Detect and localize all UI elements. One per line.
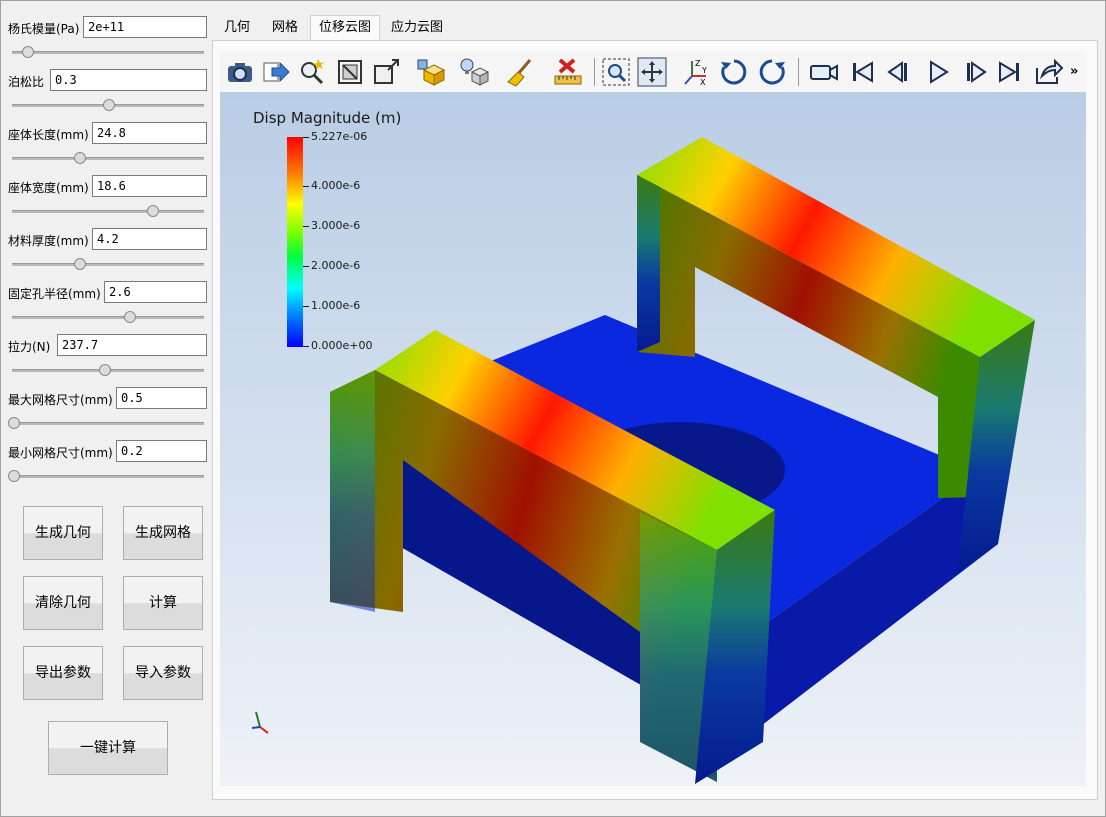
slider-handle[interactable] bbox=[22, 46, 35, 58]
base-length-input[interactable]: 24.8 bbox=[92, 122, 207, 144]
clear-geometry-button[interactable]: 清除几何 bbox=[23, 576, 103, 630]
param-label-max-mesh: 最大网格尺寸(mm) bbox=[8, 393, 113, 407]
view-fit-icon[interactable] bbox=[334, 56, 366, 88]
light-bulb-icon[interactable] bbox=[458, 56, 490, 88]
param-label-length: 座体长度(mm) bbox=[8, 128, 89, 142]
generate-geometry-button[interactable]: 生成几何 bbox=[23, 506, 103, 560]
param-label-min-mesh: 最小网格尺寸(mm) bbox=[8, 446, 113, 460]
hole-radius-input[interactable]: 2.6 bbox=[104, 281, 207, 303]
toolbar-separator bbox=[798, 58, 799, 86]
compute-button[interactable]: 计算 bbox=[123, 576, 203, 630]
poisson-ratio-input[interactable]: 0.3 bbox=[50, 69, 207, 91]
poisson-ratio-slider[interactable] bbox=[12, 99, 204, 111]
slider-handle[interactable] bbox=[99, 364, 112, 376]
slider-handle[interactable] bbox=[74, 258, 87, 270]
first-frame-icon[interactable] bbox=[846, 56, 878, 88]
hole-radius-slider[interactable] bbox=[12, 311, 204, 323]
rotate-cw-icon[interactable] bbox=[718, 56, 750, 88]
zoom-magic-icon[interactable] bbox=[296, 56, 328, 88]
param-label-poisson: 泊松比 bbox=[8, 75, 45, 89]
one-click-compute-button[interactable]: 一键计算 bbox=[48, 721, 168, 775]
tab-displacement[interactable]: 位移云图 bbox=[310, 15, 380, 41]
export-params-button[interactable]: 导出参数 bbox=[23, 646, 103, 700]
tab-stress[interactable]: 应力云图 bbox=[384, 16, 450, 40]
displacement-model bbox=[251, 137, 1035, 784]
generate-mesh-button[interactable]: 生成网格 bbox=[123, 506, 203, 560]
video-camera-icon[interactable] bbox=[808, 56, 840, 88]
min-mesh-size-slider[interactable] bbox=[8, 470, 204, 482]
max-mesh-size-input[interactable]: 0.5 bbox=[116, 387, 207, 409]
base-width-slider[interactable] bbox=[12, 205, 204, 217]
pan-icon[interactable] bbox=[636, 56, 668, 88]
broom-icon[interactable] bbox=[504, 56, 536, 88]
share-icon[interactable] bbox=[1032, 56, 1064, 88]
thickness-input[interactable]: 4.2 bbox=[92, 228, 207, 250]
youngs-modulus-slider[interactable] bbox=[12, 46, 204, 58]
import-params-button[interactable]: 导入参数 bbox=[123, 646, 203, 700]
youngs-modulus-input[interactable]: 2e+11 bbox=[83, 16, 207, 38]
tab-mesh[interactable]: 网格 bbox=[264, 16, 306, 40]
view-box-icon[interactable] bbox=[370, 56, 402, 88]
thickness-slider[interactable] bbox=[12, 258, 204, 270]
slider-handle[interactable] bbox=[8, 417, 20, 429]
max-mesh-size-slider[interactable] bbox=[8, 417, 204, 429]
svg-text:X: X bbox=[700, 78, 706, 87]
param-label-force: 拉力(N) bbox=[8, 340, 51, 354]
ruler-clear-icon[interactable] bbox=[552, 56, 584, 88]
param-label-width: 座体宽度(mm) bbox=[8, 181, 89, 195]
svg-text:Y: Y bbox=[701, 66, 707, 75]
slider-handle[interactable] bbox=[74, 152, 87, 164]
tab-geometry[interactable]: 几何 bbox=[216, 16, 258, 40]
next-frame-icon[interactable] bbox=[958, 56, 990, 88]
force-slider[interactable] bbox=[12, 364, 204, 376]
slider-handle[interactable] bbox=[124, 311, 137, 323]
prev-frame-icon[interactable] bbox=[884, 56, 916, 88]
camera-icon[interactable] bbox=[224, 56, 256, 88]
play-icon[interactable] bbox=[922, 56, 954, 88]
toolbar-overflow-button[interactable]: » bbox=[1070, 64, 1078, 79]
vtk-toolbar: ZYX » bbox=[220, 52, 1086, 92]
slider-handle[interactable] bbox=[103, 99, 115, 111]
axes-icon[interactable]: ZYX bbox=[680, 56, 712, 88]
render-viewport[interactable]: Disp Magnitude (m) 5.227e-06 4.000e-6 3.… bbox=[220, 92, 1086, 786]
base-width-input[interactable]: 18.6 bbox=[92, 175, 207, 197]
toolbar-separator bbox=[594, 58, 595, 86]
cube-select-icon[interactable] bbox=[414, 56, 446, 88]
slider-handle[interactable] bbox=[8, 470, 20, 482]
zoom-box-icon[interactable] bbox=[600, 56, 632, 88]
last-frame-icon[interactable] bbox=[994, 56, 1026, 88]
export-arrow-icon[interactable] bbox=[260, 56, 292, 88]
param-label-thickness: 材料厚度(mm) bbox=[8, 234, 89, 248]
slider-handle[interactable] bbox=[147, 205, 160, 217]
min-mesh-size-input[interactable]: 0.2 bbox=[116, 440, 207, 462]
param-label-youngs-modulus: 杨氏模量(Pa) bbox=[8, 22, 80, 36]
rotate-ccw-icon[interactable] bbox=[756, 56, 788, 88]
svg-text:Z: Z bbox=[695, 59, 701, 68]
force-input[interactable]: 237.7 bbox=[57, 334, 207, 356]
param-label-hole-radius: 固定孔半径(mm) bbox=[8, 287, 101, 301]
base-length-slider[interactable] bbox=[12, 152, 204, 164]
